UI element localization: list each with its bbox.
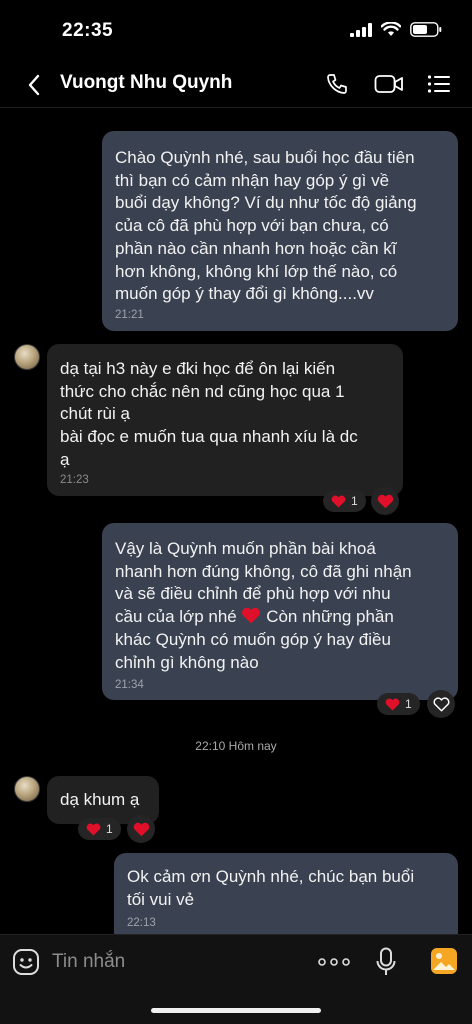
call-button[interactable] bbox=[322, 69, 352, 99]
reaction-count: 1 bbox=[106, 822, 113, 836]
microphone-icon bbox=[376, 947, 396, 975]
heart-icon bbox=[385, 698, 400, 710]
reaction-summary[interactable]: 1 bbox=[78, 818, 121, 840]
heart-icon bbox=[377, 494, 393, 508]
message-time: 21:23 bbox=[60, 474, 89, 486]
reaction-summary[interactable]: 1 bbox=[323, 490, 366, 512]
message-time: 22:13 bbox=[127, 917, 156, 929]
message-bubble-outgoing[interactable]: Chào Quỳnh nhé, sau buổi học đầu tiên th… bbox=[102, 131, 458, 331]
message-time: 21:34 bbox=[115, 679, 144, 691]
heart-icon bbox=[133, 822, 149, 836]
message-time: 21:21 bbox=[115, 309, 144, 321]
back-button[interactable] bbox=[20, 70, 48, 100]
more-options-button[interactable] bbox=[318, 955, 350, 974]
wifi-icon bbox=[380, 21, 402, 42]
heart-icon bbox=[86, 823, 101, 835]
battery-icon bbox=[410, 22, 442, 42]
message-text: dạ tại h3 này e đki học để ôn lại kiến t… bbox=[60, 359, 358, 469]
status-icons bbox=[350, 21, 442, 42]
voice-message-button[interactable] bbox=[376, 947, 396, 982]
avatar[interactable] bbox=[14, 776, 40, 802]
message-text: Chào Quỳnh nhé, sau buổi học đầu tiên th… bbox=[115, 148, 417, 304]
heart-icon bbox=[331, 495, 346, 507]
react-button[interactable] bbox=[427, 690, 455, 718]
message-text: Vậy là Quỳnh muốn phần bài khoá nhanh hơ… bbox=[115, 538, 412, 674]
react-button[interactable] bbox=[127, 815, 155, 843]
message-input[interactable]: Tin nhắn bbox=[52, 951, 125, 973]
heart-outline-icon bbox=[433, 696, 449, 711]
message-text: dạ khum ạ bbox=[60, 790, 140, 809]
home-indicator bbox=[151, 1008, 321, 1013]
signal-icon bbox=[350, 22, 372, 42]
day-separator: 22:10 Hôm nay bbox=[195, 739, 277, 753]
message-text: Ok cảm ơn Quỳnh nhé, chúc bạn buổi tối v… bbox=[127, 867, 415, 909]
reaction-count: 1 bbox=[351, 494, 358, 508]
sticker-button[interactable] bbox=[12, 948, 40, 981]
phone-icon bbox=[327, 74, 347, 94]
video-call-button[interactable] bbox=[372, 69, 406, 99]
reaction-count: 1 bbox=[405, 697, 412, 711]
photo-gallery-icon bbox=[431, 948, 457, 974]
message-bubble-outgoing[interactable]: Vậy là Quỳnh muốn phần bài khoá nhanh hơ… bbox=[102, 523, 458, 700]
status-time: 22:35 bbox=[62, 20, 114, 41]
list-menu-icon bbox=[427, 75, 450, 93]
react-button[interactable] bbox=[371, 487, 399, 515]
reaction-summary[interactable]: 1 bbox=[377, 693, 420, 715]
menu-button[interactable] bbox=[424, 69, 454, 99]
more-dots-icon bbox=[318, 958, 350, 966]
gallery-button[interactable] bbox=[430, 947, 458, 980]
status-bar: 22:35 bbox=[0, 0, 472, 62]
heart-emoji-icon bbox=[242, 607, 261, 624]
smiley-sticker-icon bbox=[13, 949, 39, 975]
avatar[interactable] bbox=[14, 344, 40, 370]
chat-header: Vuongt Nhu Quynh bbox=[0, 62, 472, 108]
chevron-left-icon bbox=[28, 74, 40, 96]
message-bubble-incoming[interactable]: dạ tại h3 này e đki học để ôn lại kiến t… bbox=[47, 344, 403, 496]
video-camera-icon bbox=[374, 75, 403, 93]
contact-name[interactable]: Vuongt Nhu Quynh bbox=[60, 72, 232, 94]
